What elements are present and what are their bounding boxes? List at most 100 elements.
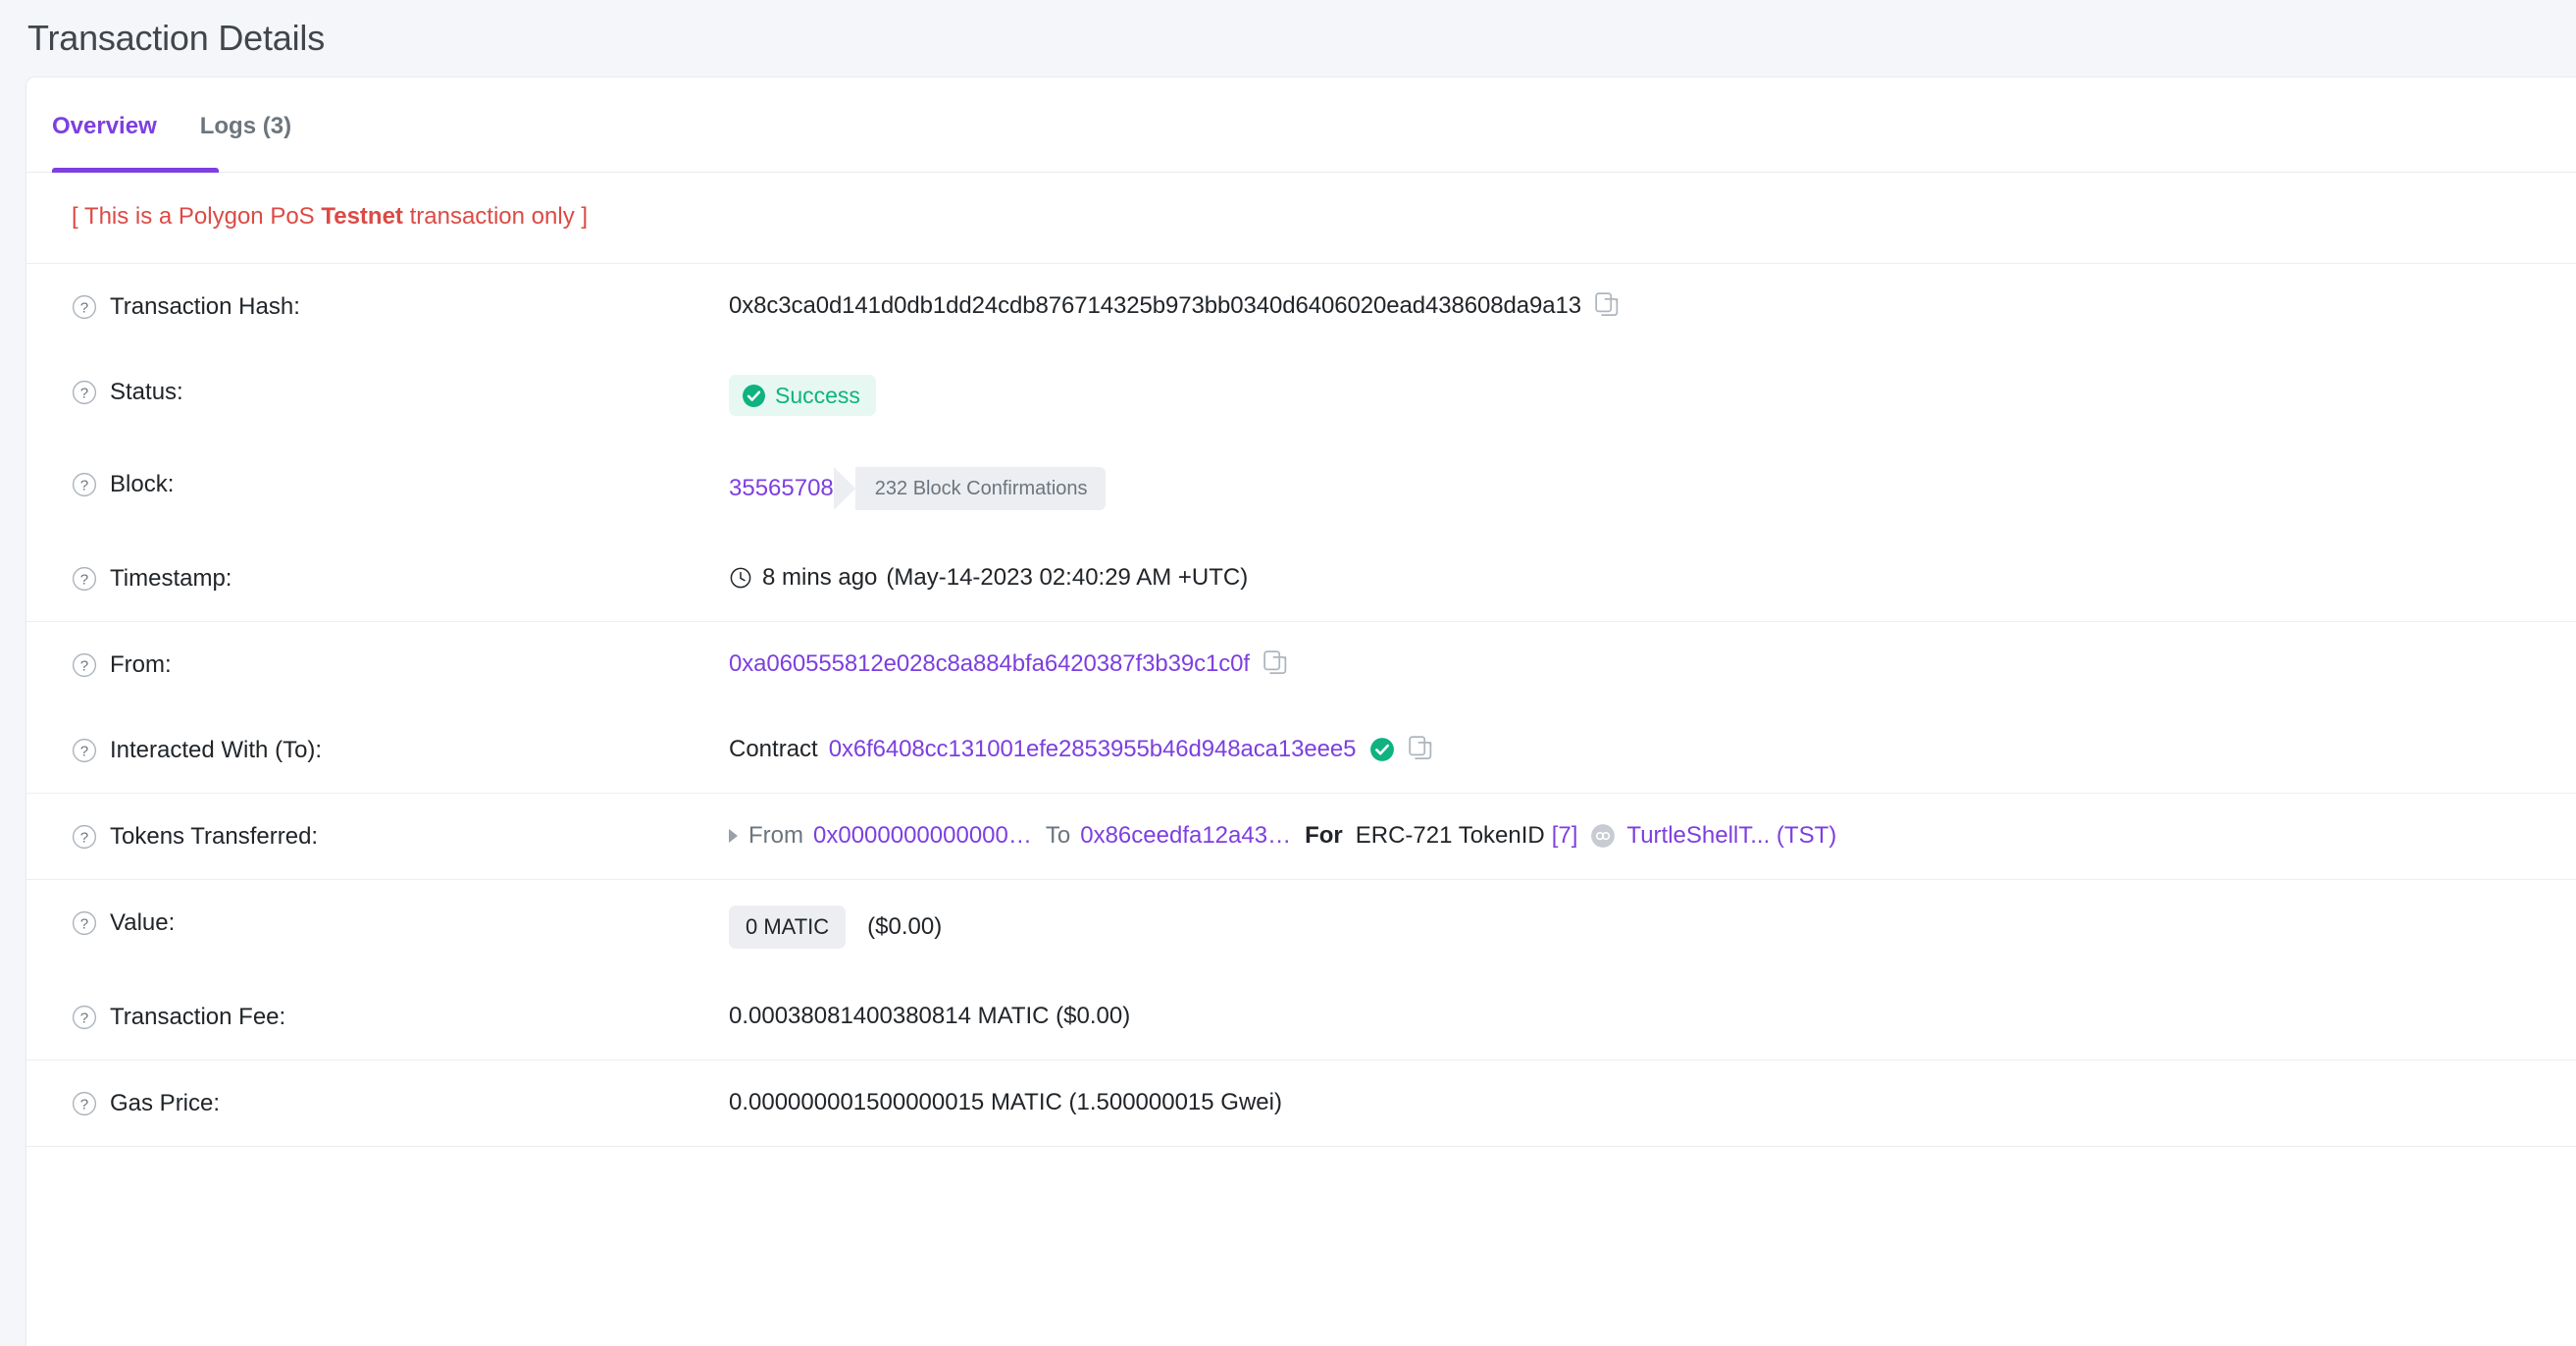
- help-icon[interactable]: ?: [72, 910, 97, 936]
- row-label-transaction-fee: ? Transaction Fee:: [72, 1000, 729, 1034]
- status-badge-label: Success: [775, 383, 860, 408]
- token-transfer-item: From 0x0000000000000… To 0x86ceedfa12a43…: [729, 819, 1836, 853]
- row-interacted-with: ? Interacted With (To): Contract 0x6f640…: [26, 707, 2576, 794]
- caret-right-icon[interactable]: [729, 829, 738, 843]
- tab-overview[interactable]: Overview: [52, 78, 219, 173]
- token-from-label: From: [748, 822, 803, 849]
- testnet-notice-prefix: [ This is a Polygon PoS: [72, 203, 322, 230]
- row-value-interacted-with: Contract 0x6f6408cc131001efe2853955b46d9…: [729, 733, 2576, 766]
- row-label-text: Timestamp:: [110, 565, 232, 592]
- row-label-tokens-transferred: ? Tokens Transferred:: [72, 819, 729, 854]
- token-placeholder-icon: [1591, 824, 1616, 848]
- status-badge: Success: [729, 375, 876, 416]
- token-for-label: For: [1305, 822, 1343, 849]
- svg-text:?: ?: [80, 385, 88, 401]
- row-gas-price: ? Gas Price: 0.000000001500000015 MATIC …: [26, 1061, 2576, 1147]
- tab-bar: Overview Logs (3): [26, 78, 2576, 173]
- token-id-link[interactable]: [7]: [1552, 819, 1578, 853]
- row-label-status: ? Status:: [72, 375, 729, 409]
- tab-logs-label: Logs (3): [199, 113, 292, 139]
- value-usd-amount: ($0.00): [867, 913, 943, 940]
- help-icon[interactable]: ?: [72, 1091, 97, 1116]
- clock-icon: [730, 567, 751, 589]
- row-label-value: ? Value:: [72, 906, 729, 940]
- detail-rows: ? Transaction Hash: 0x8c3ca0d141d0db1dd2…: [26, 264, 2576, 1147]
- row-value-timestamp: 8 mins ago (May-14-2023 02:40:29 AM +UTC…: [729, 561, 2576, 595]
- token-name-link[interactable]: TurtleShellT... (TST): [1626, 819, 1836, 853]
- tab-logs[interactable]: Logs (3): [179, 78, 313, 173]
- gas-price-value: 0.000000001500000015 MATIC (1.500000015 …: [729, 1089, 1282, 1115]
- row-value-gas-price: 0.000000001500000015 MATIC (1.500000015 …: [729, 1086, 2576, 1119]
- row-label-text: Interacted With (To):: [110, 737, 323, 763]
- block-confirmations-badge: 232 Block Confirmations: [833, 467, 1106, 510]
- help-icon[interactable]: ?: [72, 824, 97, 850]
- svg-text:?: ?: [80, 571, 88, 588]
- help-icon[interactable]: ?: [72, 1005, 97, 1030]
- row-value-from: 0xa060555812e028c8a884bfa6420387f3b39c1c…: [729, 647, 2576, 681]
- row-value-status: Success: [729, 375, 2576, 416]
- row-label-text: Tokens Transferred:: [110, 823, 319, 850]
- row-status: ? Status: Success: [26, 349, 2576, 441]
- help-icon[interactable]: ?: [72, 566, 97, 592]
- contract-prefix-label: Contract: [729, 736, 818, 762]
- timestamp-relative: 8 mins ago: [762, 564, 878, 591]
- row-label-text: Value:: [110, 909, 176, 936]
- row-label-text: Gas Price:: [110, 1090, 221, 1116]
- value-amount-pill: 0 MATIC: [729, 906, 847, 949]
- row-label-text: From:: [110, 651, 172, 678]
- row-label-gas-price: ? Gas Price:: [72, 1086, 729, 1120]
- row-transaction-hash: ? Transaction Hash: 0x8c3ca0d141d0db1dd2…: [26, 264, 2576, 349]
- help-icon[interactable]: ?: [72, 472, 97, 497]
- row-from: ? From: 0xa060555812e028c8a884bfa6420387…: [26, 622, 2576, 707]
- copy-icon[interactable]: [1409, 736, 1434, 763]
- row-label-timestamp: ? Timestamp:: [72, 561, 729, 595]
- row-value-value: 0 MATIC ($0.00): [729, 906, 2576, 949]
- row-label-text: Transaction Hash:: [110, 293, 300, 320]
- testnet-notice-strong: Testnet: [321, 203, 403, 230]
- help-icon[interactable]: ?: [72, 738, 97, 763]
- token-to-address-link[interactable]: 0x86ceedfa12a43…: [1080, 819, 1291, 853]
- row-label-from: ? From:: [72, 647, 729, 682]
- row-value-transaction-fee: 0.00038081400380814 MATIC ($0.00): [729, 1000, 2576, 1033]
- svg-text:?: ?: [80, 829, 88, 846]
- svg-text:?: ?: [80, 299, 88, 316]
- copy-icon[interactable]: [1595, 292, 1621, 320]
- transaction-hash-value: 0x8c3ca0d141d0db1dd24cdb876714325b973bb0…: [729, 292, 1581, 319]
- token-to-label: To: [1045, 822, 1071, 849]
- help-icon[interactable]: ?: [72, 294, 97, 320]
- row-tokens-transferred: ? Tokens Transferred: From 0x00000000000…: [26, 794, 2576, 880]
- row-label-transaction-hash: ? Transaction Hash:: [72, 289, 729, 324]
- row-label-block: ? Block:: [72, 467, 729, 501]
- timestamp-absolute: (May-14-2023 02:40:29 AM +UTC): [886, 564, 1249, 591]
- token-from-address-link[interactable]: 0x0000000000000…: [813, 819, 1032, 853]
- row-label-interacted-with: ? Interacted With (To):: [72, 733, 729, 767]
- from-address-link[interactable]: 0xa060555812e028c8a884bfa6420387f3b39c1c…: [729, 647, 1250, 681]
- testnet-notice-suffix: transaction only ]: [402, 203, 589, 230]
- svg-text:?: ?: [80, 1096, 88, 1113]
- svg-text:?: ?: [80, 657, 88, 674]
- row-value-transaction-hash: 0x8c3ca0d141d0db1dd24cdb876714325b973bb0…: [729, 289, 2576, 323]
- row-label-text: Block:: [110, 471, 175, 497]
- token-standard-label: ERC-721 TokenID: [1355, 822, 1545, 849]
- row-value: ? Value: 0 MATIC ($0.00): [26, 880, 2576, 974]
- svg-text:?: ?: [80, 1010, 88, 1026]
- block-number-link[interactable]: 35565708: [729, 472, 834, 505]
- page-header: Transaction Details: [0, 0, 2576, 77]
- testnet-notice: [ This is a Polygon PoS Testnet transact…: [26, 173, 2576, 264]
- svg-text:?: ?: [80, 477, 88, 493]
- svg-text:?: ?: [80, 743, 88, 759]
- help-icon[interactable]: ?: [72, 652, 97, 678]
- row-value-block: 35565708 232 Block Confirmations: [729, 467, 2576, 510]
- transaction-fee-value: 0.00038081400380814 MATIC ($0.00): [729, 1003, 1131, 1029]
- verified-check-icon: [1370, 738, 1395, 761]
- row-block: ? Block: 35565708 232 Block Confirmation…: [26, 441, 2576, 536]
- transaction-details-card: Overview Logs (3) [ This is a Polygon Po…: [26, 77, 2576, 1346]
- help-icon[interactable]: ?: [72, 380, 97, 405]
- row-value-tokens-transferred: From 0x0000000000000… To 0x86ceedfa12a43…: [729, 819, 2576, 853]
- row-timestamp: ? Timestamp: 8 mins ago (May-14-2023 02:…: [26, 536, 2576, 622]
- row-transaction-fee: ? Transaction Fee: 0.00038081400380814 M…: [26, 974, 2576, 1061]
- row-label-text: Transaction Fee:: [110, 1004, 286, 1030]
- contract-address-link[interactable]: 0x6f6408cc131001efe2853955b46d948aca13ee…: [829, 733, 1357, 766]
- copy-icon[interactable]: [1263, 650, 1289, 678]
- svg-text:?: ?: [80, 915, 88, 932]
